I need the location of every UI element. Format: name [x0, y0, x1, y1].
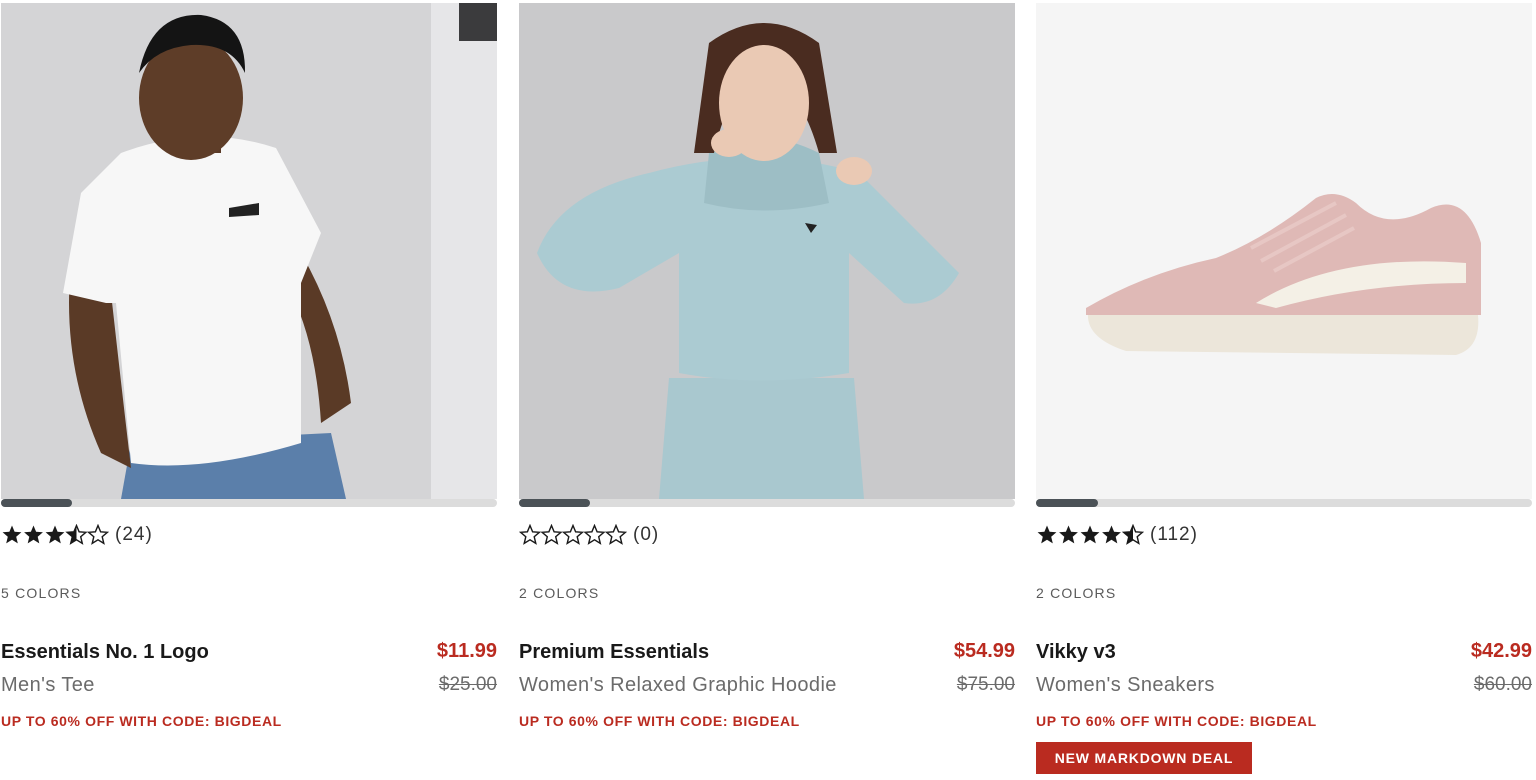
image-carousel-indicator[interactable] — [1, 499, 497, 507]
rating[interactable]: (112) — [1036, 523, 1198, 547]
star-half-icon — [1122, 524, 1144, 545]
star-filled-icon — [1102, 525, 1121, 544]
sale-price: $42.99 — [1470, 640, 1532, 662]
sale-price: $54.99 — [953, 640, 1015, 662]
product-name[interactable]: Premium Essentials — [519, 641, 709, 664]
product-subtitle: Women's Relaxed Graphic Hoodie — [519, 674, 837, 696]
star-outline-icon — [541, 524, 562, 545]
star-outline-icon — [605, 524, 627, 545]
star-filled-icon — [2, 525, 22, 544]
carousel-thumb[interactable] — [519, 499, 590, 507]
star-filled-icon — [45, 525, 65, 544]
product-card[interactable]: (24) 5 COLORS Essentials No. 1 Logo $11.… — [1, 3, 497, 780]
sale-price: $11.99 — [436, 640, 497, 662]
original-price: $25.00 — [438, 674, 497, 695]
star-outline-icon — [584, 524, 605, 545]
original-price: $75.00 — [956, 674, 1015, 695]
carousel-thumb[interactable] — [1, 499, 72, 507]
rating-stars — [1037, 524, 1144, 545]
image-carousel-indicator[interactable] — [1036, 499, 1532, 507]
rating-stars — [2, 524, 109, 545]
product-subtitle: Women's Sneakers — [1036, 674, 1215, 696]
promo-text: UP TO 60% OFF WITH CODE: BIGDEAL — [519, 713, 800, 729]
rating-stars — [519, 524, 627, 545]
product-image[interactable] — [1, 3, 497, 499]
star-outline-icon — [519, 524, 541, 545]
star-outline-icon — [87, 524, 109, 545]
product-image[interactable] — [519, 3, 1015, 499]
star-filled-icon — [1080, 525, 1100, 544]
product-subtitle: Men's Tee — [1, 674, 95, 696]
product-image[interactable] — [1036, 3, 1532, 499]
rating-count: (24) — [115, 524, 153, 545]
promo-text: UP TO 60% OFF WITH CODE: BIGDEAL — [1036, 713, 1317, 729]
rating-count: (0) — [633, 524, 660, 545]
product-name[interactable]: Essentials No. 1 Logo — [1, 641, 209, 664]
star-half-icon — [66, 524, 87, 545]
carousel-thumb[interactable] — [1036, 499, 1098, 507]
star-outline-icon — [562, 524, 584, 545]
image-carousel-indicator[interactable] — [519, 499, 1015, 507]
color-count[interactable]: 2 COLORS — [519, 585, 599, 601]
star-filled-icon — [1037, 525, 1057, 544]
product-card[interactable]: (112) 2 COLORS Vikky v3 $42.99 Women's S… — [1036, 3, 1532, 780]
rating[interactable]: (0) — [519, 523, 659, 547]
star-filled-icon — [1059, 525, 1078, 544]
star-filled-icon — [24, 525, 43, 544]
color-count[interactable]: 2 COLORS — [1036, 585, 1116, 601]
product-card[interactable]: (0) 2 COLORS Premium Essentials $54.99 W… — [519, 3, 1015, 780]
promo-text: UP TO 60% OFF WITH CODE: BIGDEAL — [1, 713, 282, 729]
product-grid: (24) 5 COLORS Essentials No. 1 Logo $11.… — [0, 0, 1536, 780]
markdown-badge: NEW MARKDOWN DEAL — [1036, 742, 1252, 774]
rating-count: (112) — [1150, 524, 1198, 545]
color-count[interactable]: 5 COLORS — [1, 585, 81, 601]
rating[interactable]: (24) — [1, 523, 153, 547]
original-price: $60.00 — [1473, 674, 1532, 695]
product-name[interactable]: Vikky v3 — [1036, 641, 1116, 664]
